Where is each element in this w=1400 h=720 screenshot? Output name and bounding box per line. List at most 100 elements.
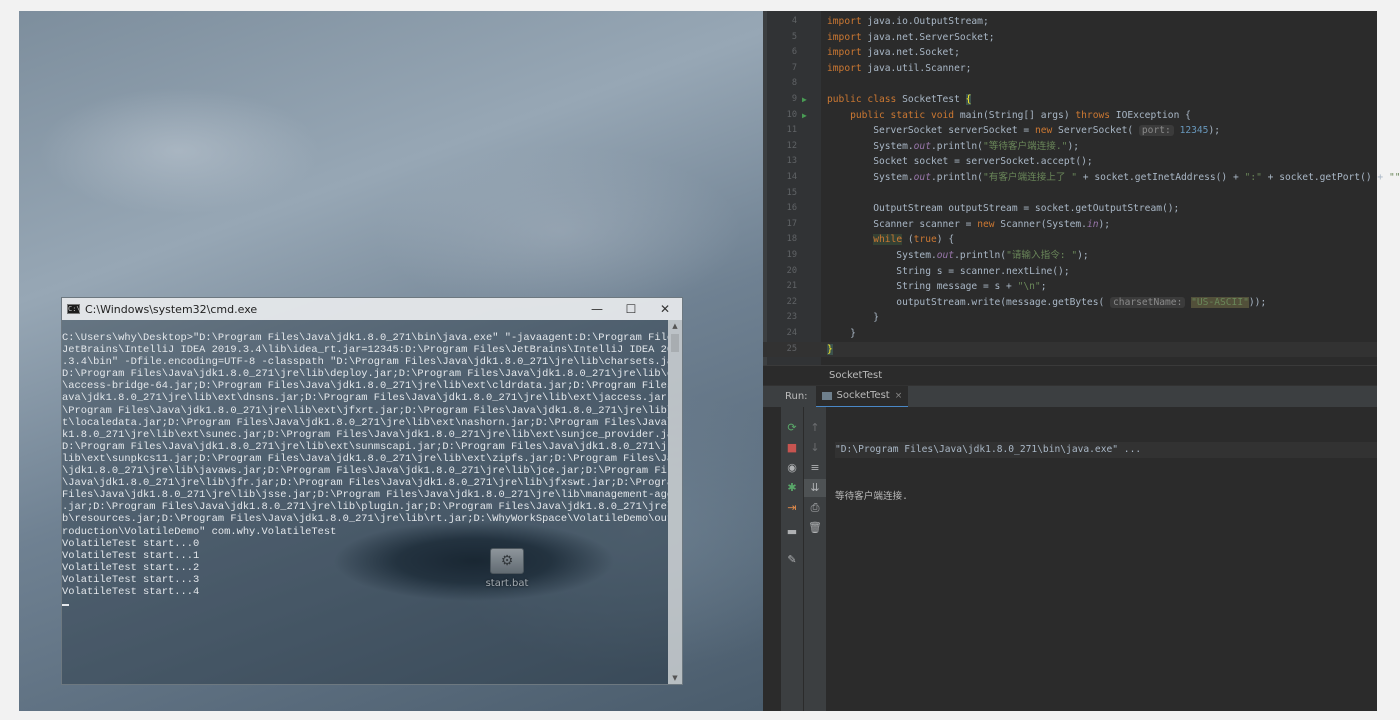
code-text: import java.io.OutputStream; xyxy=(827,16,989,27)
line-number: 10 xyxy=(786,109,797,120)
line-number: 17 xyxy=(786,218,797,229)
layout-icon[interactable]: ▬ xyxy=(781,523,803,541)
scroll-down-icon[interactable]: ▼ xyxy=(668,674,682,682)
code-text: System.out.println("请输入指令: "); xyxy=(827,250,1089,261)
console-line: \Program Files\Java\jdk1.8.0_271\jre\lib… xyxy=(62,404,668,417)
run-label: Run: xyxy=(785,391,808,402)
console-tab-icon xyxy=(821,391,832,400)
code-text: } xyxy=(827,343,833,355)
console-line: ava\jdk1.8.0_271\jre\lib\ext\dnsns.jar;D… xyxy=(62,392,668,405)
console-line: JetBrains\IntelliJ IDEA 2019.3.4\lib\ide… xyxy=(62,344,668,357)
line-number: 19 xyxy=(786,250,797,260)
console-line: Files\Java\jdk1.8.0_271\jre\lib\jsse.jar… xyxy=(62,489,668,502)
line-number: 12 xyxy=(786,140,797,151)
console-command-line: "D:\Program Files\Java\jdk1.8.0_271\bin\… xyxy=(835,442,1377,458)
cmd-title: C:\Windows\system32\cmd.exe xyxy=(85,302,258,316)
code-line[interactable]: 4 import java.io.OutputStream; xyxy=(763,14,1377,30)
run-console-output[interactable]: "D:\Program Files\Java\jdk1.8.0_271\bin\… xyxy=(835,407,1377,535)
line-number: 6 xyxy=(791,47,797,58)
line-number: 20 xyxy=(786,265,797,276)
console-line: VolatileTest start...1 xyxy=(62,549,200,562)
trash-icon[interactable]: 🗑 xyxy=(804,519,826,537)
code-line[interactable]: 22 outputStream.write(message.getBytes( … xyxy=(763,295,1377,311)
console-line: b\resources.jar;D:\Program Files\Java\jd… xyxy=(62,513,668,526)
exit-icon[interactable]: ⇥ xyxy=(781,499,803,517)
run-toolbar-primary: ⟳ ■ ◉ ✱ ⇥ ▬ ✎ xyxy=(781,407,803,711)
print-icon[interactable]: ⎙ xyxy=(804,499,826,517)
cmd-app-icon: C:\ xyxy=(67,304,81,314)
code-line[interactable]: 10 ▶ public static void main(String[] arg… xyxy=(763,108,1377,124)
line-number: 22 xyxy=(786,296,797,307)
console-line: VolatileTest start...4 xyxy=(62,585,200,598)
cmd-scrollbar[interactable]: ▲ ▼ xyxy=(668,320,682,684)
scroll-up-icon[interactable]: ▲ xyxy=(668,322,682,330)
text-cursor xyxy=(62,604,69,607)
line-number: 23 xyxy=(786,312,797,323)
run-toolbar-secondary: ↑ ↓ ≡ ⇊ ⎙ 🗑 xyxy=(804,407,826,711)
cmd-window[interactable]: C:\ C:\Windows\system32\cmd.exe — ☐ ✕ C:… xyxy=(61,297,683,685)
line-number: 7 xyxy=(791,62,797,73)
console-line: VolatileTest start...2 xyxy=(62,561,200,574)
console-line: t\localedata.jar;D:\Program Files\Java\j… xyxy=(62,416,668,429)
code-line[interactable]: 17 Scanner scanner = new Scanner(System.… xyxy=(763,217,1377,233)
run-panel: ⟳ ■ ◉ ✱ ⇥ ▬ ✎ ↑ ↓ ≡ ⇊ ⎙ 🗑 "D:\Program Fi… xyxy=(763,407,1377,711)
code-text: Scanner scanner = new Scanner(System.in)… xyxy=(827,218,1111,230)
console-line: k1.8.0_271\jre\lib\ext\sunec.jar;D:\Prog… xyxy=(62,428,668,441)
tab-sockettest[interactable]: SocketTest × xyxy=(815,385,909,408)
scroll-to-end-icon[interactable]: ⇊ xyxy=(804,479,826,497)
line-number: 4 xyxy=(791,16,797,26)
close-button[interactable]: ✕ xyxy=(648,302,682,316)
ide-window: 4 import java.io.OutputStream; 5 import jav… xyxy=(763,11,1400,711)
cmd-scrollbar-thumb[interactable] xyxy=(671,334,679,352)
code-line[interactable]: 14 System.out.println("有客户端连接上了 " + sock… xyxy=(763,170,1400,186)
code-line[interactable]: 8 xyxy=(763,76,1377,92)
code-line[interactable]: 5 import java.net.ServerSocket; xyxy=(763,30,1377,46)
line-number: 13 xyxy=(786,156,797,167)
rerun-icon[interactable]: ⟳ xyxy=(781,419,803,437)
console-output-line: 等待客户端连接. xyxy=(835,490,908,502)
debug-icon[interactable]: ✱ xyxy=(781,479,803,497)
code-line[interactable]: 24 } xyxy=(763,326,1377,342)
code-line[interactable]: 21 String message = s + "\n"; xyxy=(763,279,1377,295)
cmd-titlebar[interactable]: C:\ C:\Windows\system32\cmd.exe — ☐ ✕ xyxy=(62,298,682,320)
tab-close-icon[interactable]: × xyxy=(895,391,903,401)
code-line[interactable]: 7 import java.util.Scanner; xyxy=(763,61,1377,77)
stop-icon[interactable]: ■ xyxy=(781,439,803,457)
arrow-down-icon[interactable]: ↓ xyxy=(804,439,826,457)
run-gutter-icon[interactable]: ▶ xyxy=(802,108,807,124)
console-line: VolatileTest start...3 xyxy=(62,573,200,586)
code-text: import java.net.ServerSocket; xyxy=(827,31,995,43)
maximize-button[interactable]: ☐ xyxy=(614,302,648,316)
code-line[interactable]: 13 Socket socket = serverSocket.accept()… xyxy=(763,154,1377,170)
arrow-up-icon[interactable]: ↑ xyxy=(804,419,826,437)
code-text: public static void main(String[] args) t… xyxy=(850,109,1191,121)
code-line[interactable]: 9 ▶ public class SocketTest { xyxy=(763,92,1377,108)
cmd-console-output[interactable]: C:\Users\why\Desktop>"D:\Program Files\J… xyxy=(62,320,668,684)
code-line[interactable]: 16 OutputStream outputStream = socket.ge… xyxy=(763,201,1377,217)
minimize-button[interactable]: — xyxy=(580,302,614,316)
code-text: import java.util.Scanner; xyxy=(827,62,972,74)
console-line: \access-bridge-64.jar;D:\Program Files\J… xyxy=(62,380,668,393)
console-line: VolatileTest start...0 xyxy=(62,537,200,550)
pin-icon[interactable]: ✎ xyxy=(781,551,803,569)
code-line[interactable]: 23 } xyxy=(763,310,1377,326)
code-line[interactable]: 18 while (true) { xyxy=(763,232,1377,248)
code-line[interactable]: 25} xyxy=(763,341,1377,358)
code-line[interactable]: 20 String s = scanner.nextLine(); xyxy=(763,264,1377,280)
line-number: 14 xyxy=(786,172,797,182)
code-line[interactable]: 15 xyxy=(763,186,1377,202)
run-gutter-icon[interactable]: ▶ xyxy=(802,92,807,108)
soft-wrap-icon[interactable]: ≡ xyxy=(804,459,826,477)
code-line[interactable]: 6 import java.net.Socket; xyxy=(763,45,1377,61)
camera-icon[interactable]: ◉ xyxy=(781,459,803,477)
code-line[interactable]: 12 System.out.println("等待客户端连接."); xyxy=(763,139,1377,155)
run-tool-window-header: Run: SocketTest × xyxy=(763,385,1377,408)
code-editor[interactable]: 4 import java.io.OutputStream; 5 import jav… xyxy=(763,11,1400,365)
line-number: 25 xyxy=(786,343,797,354)
code-line[interactable]: 11 ServerSocket serverSocket = new Serve… xyxy=(763,123,1377,139)
breadcrumb[interactable]: SocketTest xyxy=(763,365,1377,385)
code-line[interactable]: 19 System.out.println("请输入指令: "); xyxy=(763,248,1377,264)
console-line: \Java\jdk1.8.0_271\jre\lib\jfr.jar;D:\Pr… xyxy=(62,477,668,490)
line-number: 15 xyxy=(786,187,797,198)
line-number: 18 xyxy=(786,234,797,245)
